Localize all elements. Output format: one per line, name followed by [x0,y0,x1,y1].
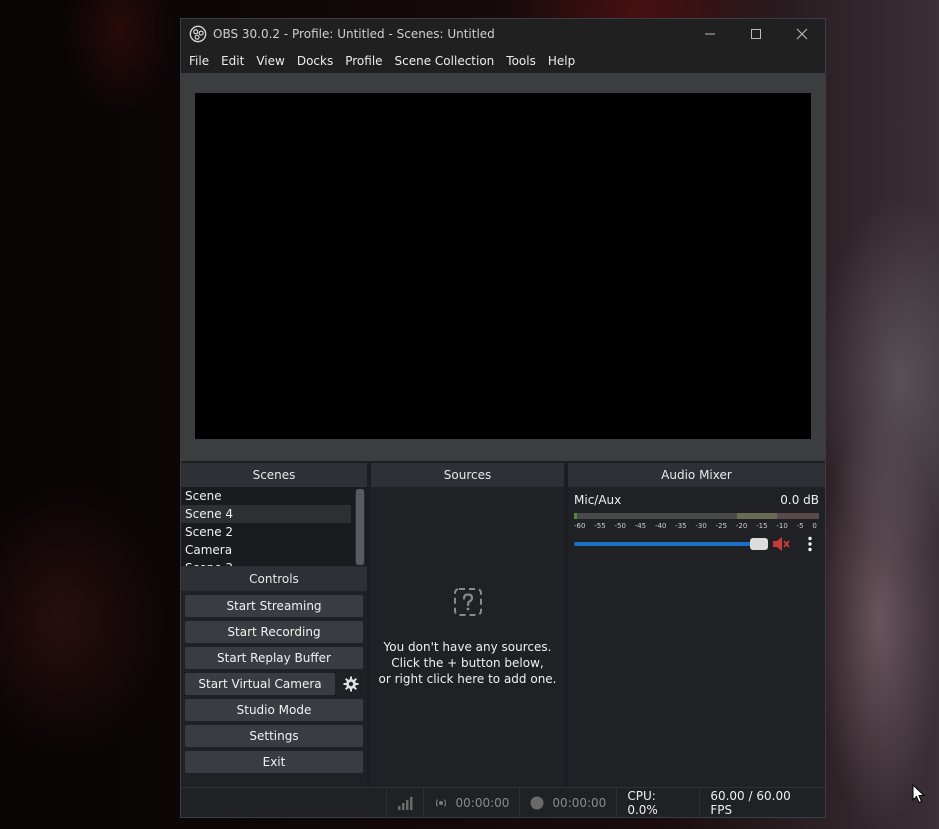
network-status [387,787,424,818]
volume-slider-handle[interactable] [750,538,768,550]
virtual-camera-settings-button[interactable] [339,673,363,695]
left-column: Scenes Scene Scene 4 Scene 2 Camera Scen… [181,463,367,787]
sources-dock: Sources You don't have any sources. Clic… [371,463,564,787]
sources-empty-line-3: or right click here to add one. [378,672,557,686]
menu-tools[interactable]: Tools [500,49,542,73]
menu-docks[interactable]: Docks [291,49,339,73]
tick-label: -5 [796,522,804,530]
obs-window: OBS 30.0.2 - Profile: Untitled - Scenes:… [180,18,826,818]
status-bar: 00:00:00 00:00:00 CPU: 0.0% 60.00 / 60.0… [181,787,825,818]
tick-label: -20 [735,522,748,530]
window-title: OBS 30.0.2 - Profile: Untitled - Scenes:… [213,27,495,41]
question-icon [453,588,482,616]
audio-mixer-header: Audio Mixer [568,463,825,487]
menu-bar: File Edit View Docks Profile Scene Colle… [181,49,825,73]
volume-row [574,536,819,552]
meter-red-segment [777,513,819,519]
scenes-list[interactable]: Scene Scene 4 Scene 2 Camera Scene 3 [181,487,367,567]
studio-mode-button[interactable]: Studio Mode [185,699,363,721]
sources-empty-message: You don't have any sources. Click the + … [379,639,557,687]
exit-button[interactable]: Exit [185,751,363,773]
tick-label: -50 [614,522,626,530]
sources-list[interactable]: You don't have any sources. Click the + … [371,487,564,787]
sources-header: Sources [371,463,564,487]
close-icon [796,28,808,40]
mic-aux-channel-header: Mic/Aux 0.0 dB [574,493,819,509]
volume-slider[interactable] [574,538,768,550]
meter-ticks: -60 -55 -50 -45 -40 -35 -30 -25 -20 -15 … [574,522,819,530]
close-button[interactable] [779,19,825,49]
controls-header: Controls [181,567,367,591]
tick-label: -30 [695,522,707,530]
start-streaming-button[interactable]: Start Streaming [185,595,363,617]
scenes-scrollbar[interactable] [355,489,365,565]
start-replay-buffer-button[interactable]: Start Replay Buffer [185,647,363,669]
meter-yellow-segment [737,513,777,519]
scene-item-scene-3[interactable]: Scene 3 [181,559,351,566]
menu-edit[interactable]: Edit [215,49,250,73]
scenes-scroll-thumb[interactable] [356,489,364,565]
meter-green-segment [574,513,577,519]
program-preview[interactable] [195,93,811,439]
stream-time: 00:00:00 [455,795,510,810]
menu-help[interactable]: Help [542,49,581,73]
settings-button[interactable]: Settings [185,725,363,747]
more-options-icon[interactable] [806,536,814,552]
sources-empty-line-1: You don't have any sources. [383,640,552,654]
scene-item-scene-2[interactable]: Scene 2 [181,523,351,541]
cpu-usage: CPU: 0.0% [627,788,658,817]
tick-label: -45 [634,522,647,530]
record-time: 00:00:00 [552,795,607,810]
minimize-button[interactable] [687,19,733,49]
preview-area [181,73,825,463]
docks-area: Scenes Scene Scene 4 Scene 2 Camera Scen… [181,463,825,787]
tick-label: 0 [812,522,817,530]
scenes-header: Scenes [181,463,367,487]
tick-label: -25 [715,522,728,530]
fps-readout: 60.00 / 60.00 FPS [710,788,791,817]
menu-scene-collection[interactable]: Scene Collection [389,49,501,73]
maximize-button[interactable] [733,19,779,49]
scene-item-scene[interactable]: Scene [181,487,351,505]
scene-item-scene-4[interactable]: Scene 4 [181,505,351,523]
stream-status: 00:00:00 [424,787,521,818]
obs-logo-icon [189,25,207,43]
muted-speaker-icon[interactable] [772,536,790,552]
tick-label: -35 [675,522,687,530]
tick-label: -15 [756,522,768,530]
gear-icon [343,676,359,692]
virtual-camera-row: Start Virtual Camera [185,673,363,695]
tick-label: -40 [654,522,667,530]
mouse-cursor-icon [912,784,926,804]
controls-body: Start Streaming Start Recording Start Re… [181,591,367,787]
tick-label: -55 [594,522,606,530]
menu-view[interactable]: View [250,49,290,73]
menu-profile[interactable]: Profile [339,49,388,73]
minimize-icon [705,33,715,35]
audio-mixer-body: Mic/Aux 0.0 dB -60 -55 -50 -45 -40 -35 -… [568,487,825,787]
record-status: 00:00:00 [520,787,618,818]
channel-name: Mic/Aux [574,493,622,507]
audio-mixer-dock: Audio Mixer Mic/Aux 0.0 dB -60 -55 -50 -… [568,463,825,787]
broadcast-icon [435,798,446,807]
channel-db: 0.0 dB [780,493,819,507]
controls-dock: Controls Start Streaming Start Recording… [181,567,367,787]
start-recording-button[interactable]: Start Recording [185,621,363,643]
sources-empty-line-2: Click the + button below, [391,656,544,670]
start-virtual-camera-button[interactable]: Start Virtual Camera [185,673,335,695]
menu-file[interactable]: File [183,49,215,73]
record-icon [530,796,544,809]
scene-item-camera[interactable]: Camera [181,541,351,559]
title-bar[interactable]: OBS 30.0.2 - Profile: Untitled - Scenes:… [181,19,825,49]
status-bar-spacer [181,787,387,818]
volume-meter [574,513,819,519]
scenes-dock: Scenes Scene Scene 4 Scene 2 Camera Scen… [181,463,367,567]
maximize-icon [751,29,761,39]
tick-label: -10 [776,522,788,530]
cpu-status: CPU: 0.0% [617,787,701,818]
signal-bars-icon [397,796,413,810]
fps-status: 60.00 / 60.00 FPS [700,788,825,818]
tick-label: -60 [574,522,586,530]
